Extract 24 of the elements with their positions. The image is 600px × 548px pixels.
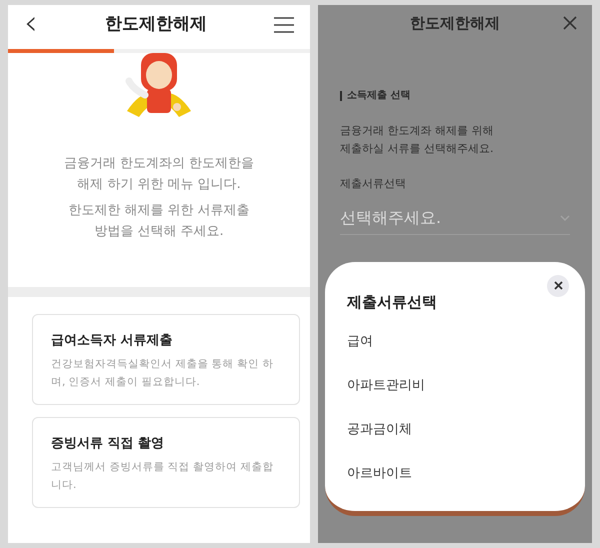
close-icon [554, 281, 562, 290]
section-label: 소득제출 선택 [347, 89, 410, 103]
back-button[interactable]: ‹ [24, 6, 38, 40]
instruction-text: 금융거래 한도계좌 해제를 위해 제출하실 서류를 선택해주세요. [339, 123, 494, 157]
option-description: 고객님께서 증빙서류를 직접 촬영하여 제출합니다. [51, 460, 274, 492]
close-button[interactable] [547, 274, 569, 296]
intro-text: 금융거래 한도계좌의 한도제한을 해제 하기 위한 메뉴 입니다. [64, 155, 254, 194]
option-description: 건강보험자격득실확인서 제출을 통해 확인 하며, 인증서 제출이 필요합니다. [51, 356, 274, 390]
screen-title: 한도제한해제 [104, 13, 207, 36]
close-icon[interactable] [563, 16, 577, 30]
option-card[interactable]: 급여소득자 서류제출 건강보험자격득실확인서 제출을 통해 확인 하며, 인증서 제출이 필요합니다. [32, 314, 300, 405]
option-title: 증빙서류 직접 촬영 [51, 435, 166, 453]
sheet-title: 제출서류선택 [347, 292, 438, 312]
sheet-option[interactable]: 급여 [347, 332, 373, 352]
field-label: 제출서류선택 [339, 176, 407, 192]
option-card[interactable]: 증빙서류 직접 촬영 고객님께서 증빙서류를 직접 촬영하여 제출합니다. [32, 417, 300, 508]
intro-text: 한도제한 해제를 위한 서류제출 방법을 선택해 주세요. [68, 202, 250, 241]
sheet-option[interactable]: 아르바이트 [347, 464, 412, 484]
screen-title: 한도제한해제 [410, 12, 500, 34]
chevron-down-icon [560, 215, 570, 221]
menu-icon[interactable] [274, 17, 294, 33]
sheet-option[interactable]: 공과금이체 [347, 420, 412, 440]
sheet-option[interactable]: 아파트관리비 [347, 376, 425, 396]
option-title: 급여소득자 서류제출 [51, 332, 174, 350]
